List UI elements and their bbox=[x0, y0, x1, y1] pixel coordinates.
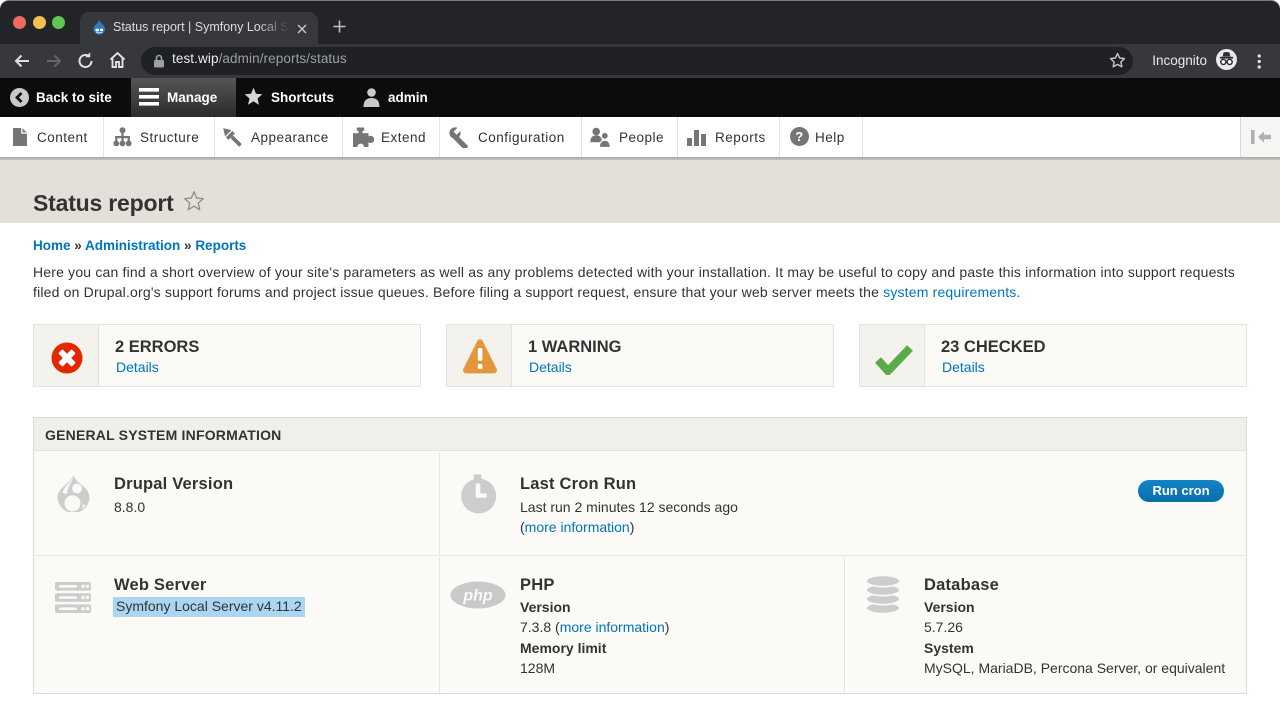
svg-text:?: ? bbox=[795, 129, 803, 144]
svg-text:php: php bbox=[462, 588, 493, 605]
